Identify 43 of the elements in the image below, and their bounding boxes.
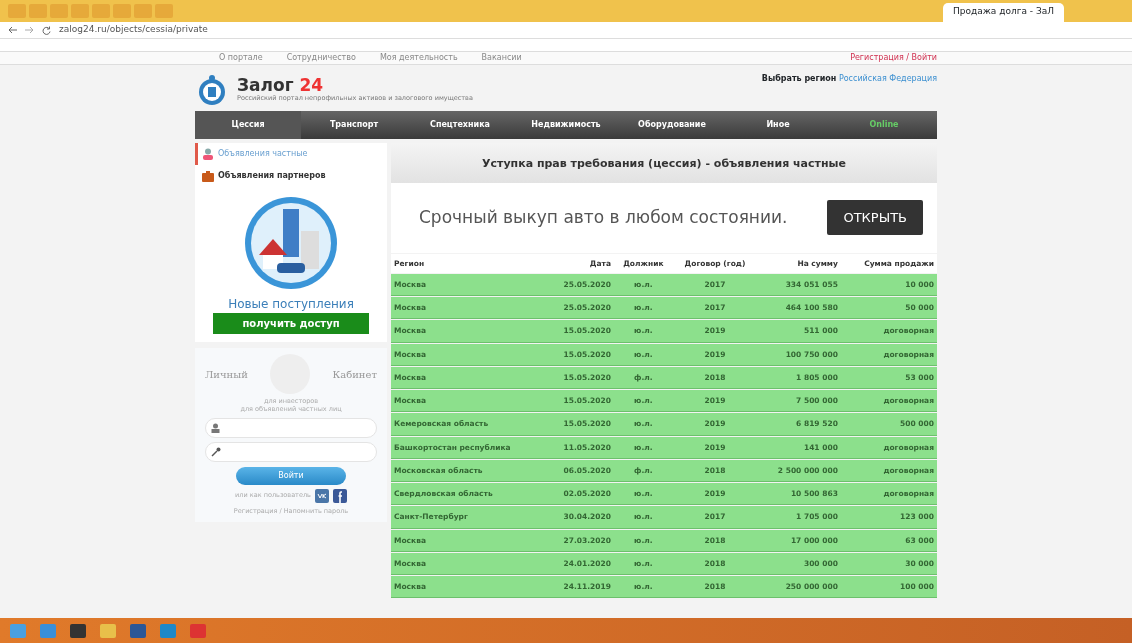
ad-open-button[interactable]: ОТКРЫТЬ [827,199,923,236]
pinned-tab[interactable] [29,4,47,18]
person-icon [202,148,214,160]
briefcase-icon [202,170,214,182]
forward-icon[interactable] [25,26,34,34]
back-icon[interactable] [8,26,17,34]
key-icon [211,446,221,457]
password-field[interactable] [205,441,377,462]
site-logo-text[interactable]: Залог 24 [237,76,473,94]
pinned-tab[interactable] [92,4,110,18]
top-link[interactable]: О портале [219,52,263,64]
nav-tab[interactable]: Оборудование [619,111,725,139]
browser-tab[interactable]: Продажа долга - ЗаЛ [943,3,1064,22]
reload-icon[interactable] [42,25,51,35]
sidebar-item[interactable]: Объявления партнеров [195,165,387,187]
url-text[interactable]: zalog24.ru/objects/cessia/private [59,23,208,37]
nav-tab[interactable]: Цессия [195,111,301,139]
pinned-tab[interactable] [155,4,173,18]
pinned-tab[interactable] [113,4,131,18]
nav-tab[interactable]: Online [831,111,937,139]
pinned-tab[interactable] [8,4,26,18]
vk-icon[interactable] [314,488,329,503]
nav-tab[interactable]: Транспорт [301,111,407,139]
nav-tab[interactable]: Спецтехника [407,111,513,139]
top-link[interactable]: Сотрудничество [286,52,356,64]
facebook-icon[interactable] [332,488,347,503]
pinned-tab[interactable] [134,4,152,18]
get-access-button[interactable]: получить доступ [213,313,369,334]
login-title-right: Кабинет [332,367,377,382]
user-icon [211,422,220,433]
username-field[interactable] [205,417,377,438]
auth-link[interactable]: Регистрация / Войти [850,52,937,64]
ad-text: Срочный выкуп авто в любом состоянии. [419,205,788,229]
top-link[interactable]: Вакансии [481,52,522,64]
top-link[interactable]: Моя деятельность [379,52,458,64]
pinned-tab[interactable] [50,4,68,18]
promo-title: Новые поступления [227,296,355,313]
ad-banner[interactable]: Срочный выкуп авто в любом состоянии. ОТКРЫТЬ [391,182,937,253]
nav-tab[interactable]: Недвижимость [513,111,619,139]
login-title-left: Личный [205,367,248,382]
nav-tab[interactable]: Иное [725,111,831,139]
pinned-tab[interactable] [71,4,89,18]
region-label: Выбрать регион [761,74,837,83]
